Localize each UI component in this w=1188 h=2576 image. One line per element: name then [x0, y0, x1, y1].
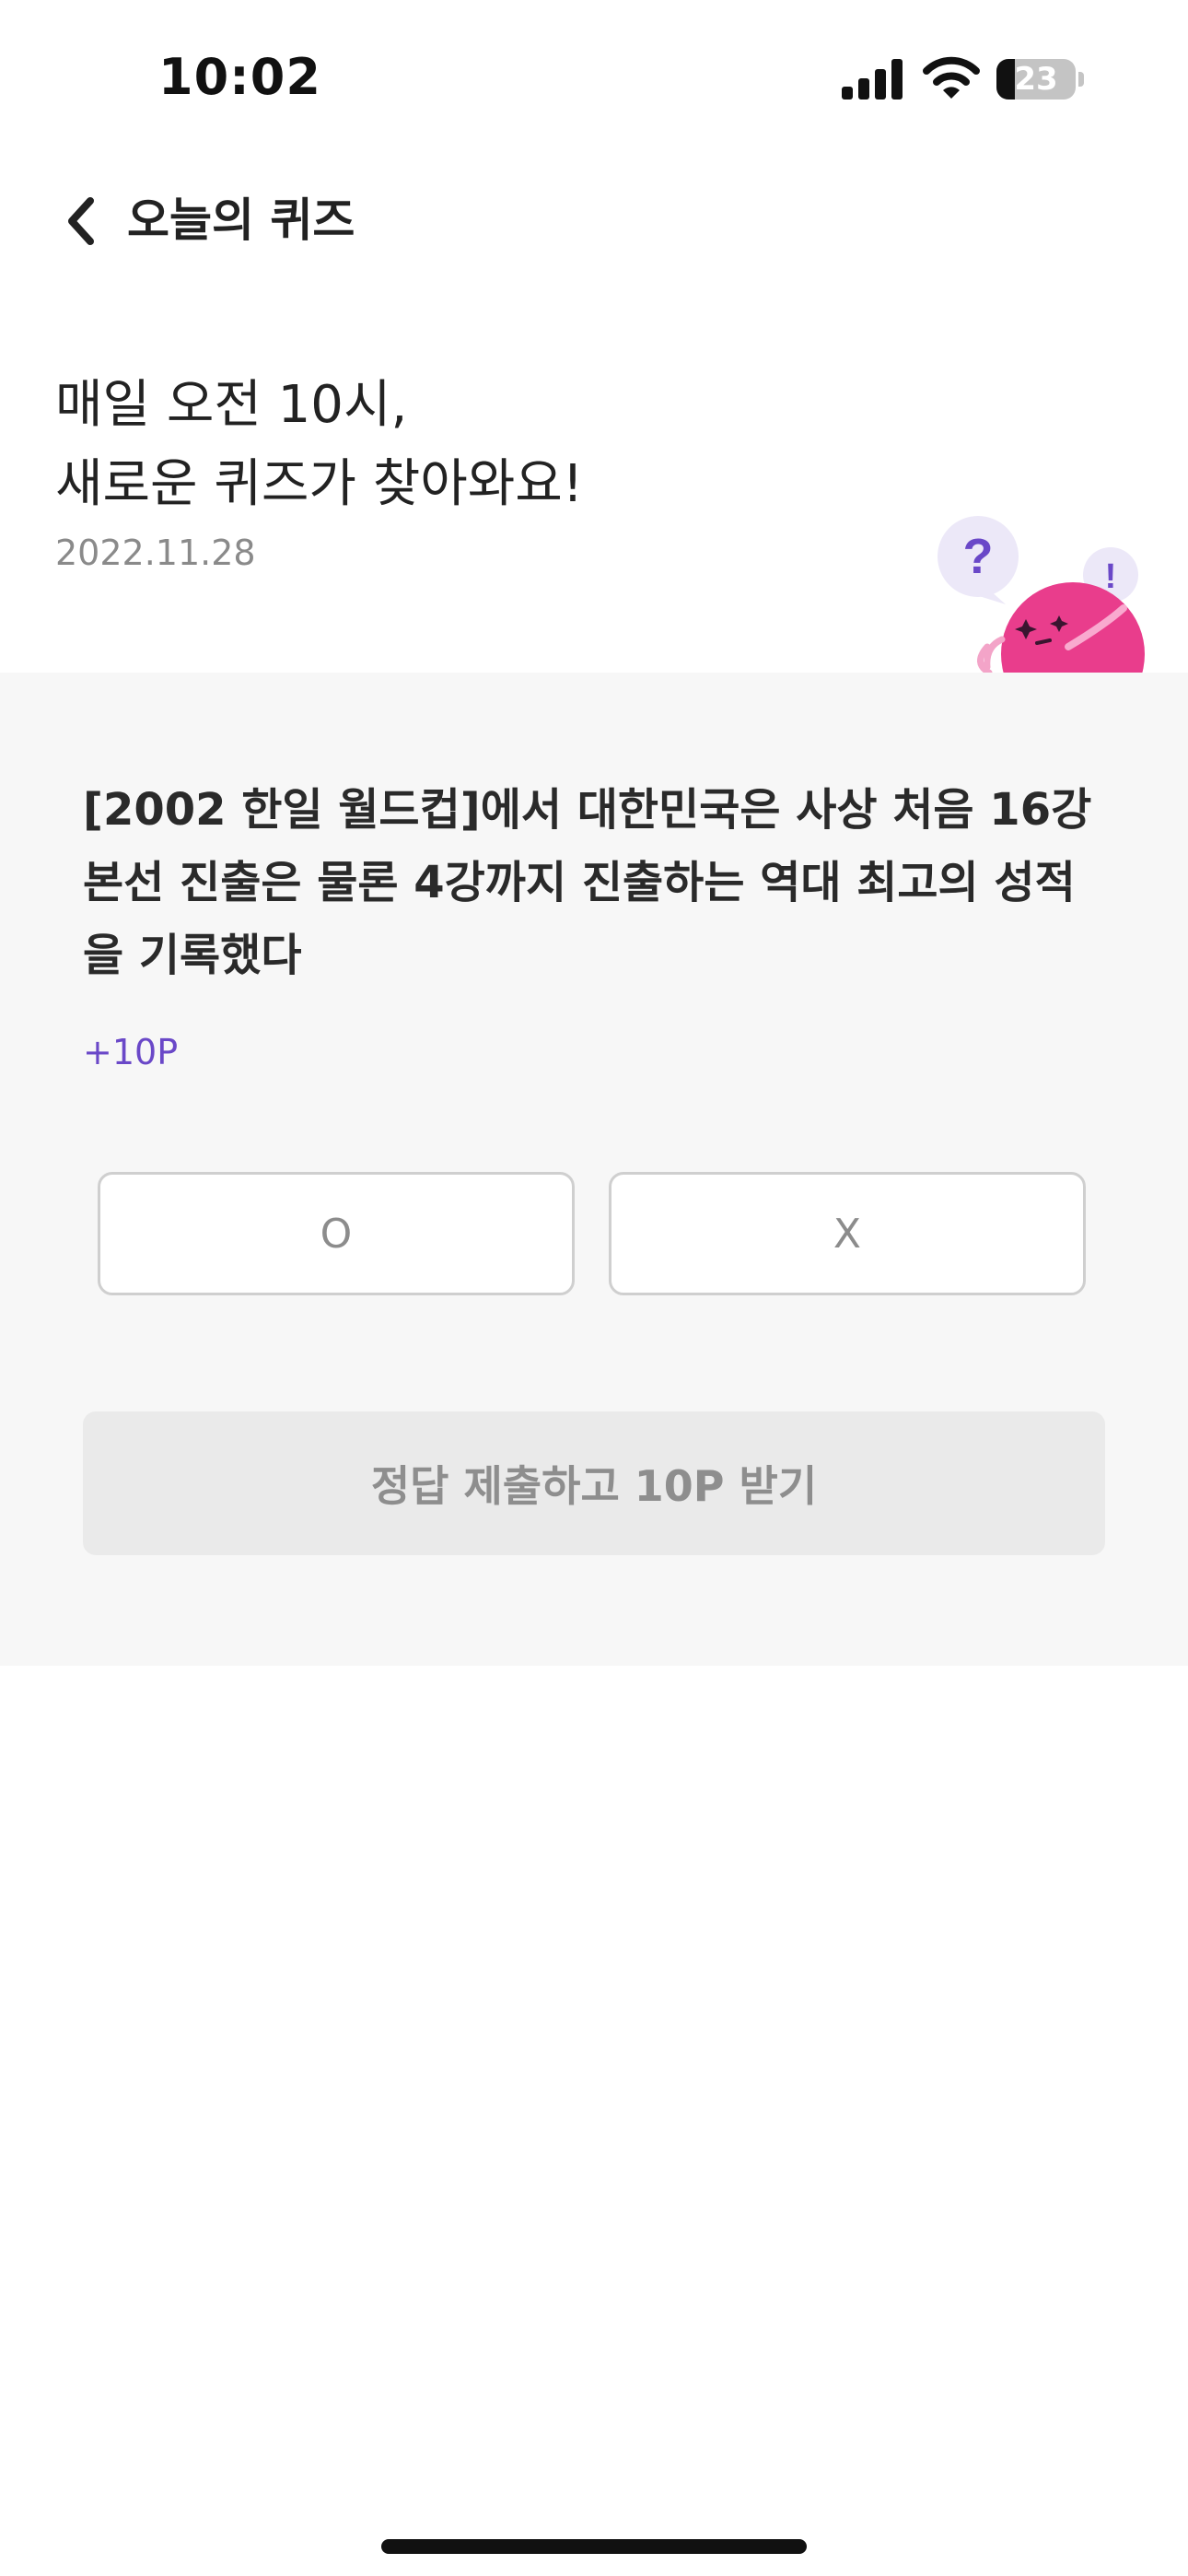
hero-line-2: 새로운 퀴즈가 찾아와요! [55, 454, 584, 514]
quiz-question: [2002 한일 월드컵]에서 대한민국은 사상 처음 16강 본선 진출은 물… [83, 774, 1114, 992]
signal-icon [842, 59, 903, 100]
mascot-illustration: ? ! [938, 516, 1145, 673]
back-button[interactable] [44, 184, 118, 258]
quiz-screen: 10:02 23 오늘의 퀴즈 매일 오전 10시, 새로운 퀴즈가 찾아와요! [0, 0, 1188, 2576]
reward-points: +10P [83, 1032, 179, 1072]
home-indicator[interactable] [381, 2539, 807, 2554]
status-time: 10:02 [158, 48, 321, 106]
quiz-card: [2002 한일 월드컵]에서 대한민국은 사상 처음 16강 본선 진출은 물… [0, 673, 1188, 1666]
chevron-left-icon [68, 197, 94, 245]
quiz-date: 2022.11.28 [55, 533, 256, 573]
battery-level: 23 [1014, 61, 1058, 98]
quiz-question-line-1: [2002 한일 월드컵]에서 대한민국은 사상 처음 16강 [83, 784, 1092, 836]
answer-o-button[interactable]: O [98, 1172, 575, 1295]
battery-body: 23 [996, 59, 1076, 100]
page-title: 오늘의 퀴즈 [127, 193, 355, 247]
wifi-icon [923, 56, 980, 99]
hero-line-1: 매일 오전 10시, [55, 375, 408, 435]
answer-x-button[interactable]: X [609, 1172, 1086, 1295]
quiz-question-line-3: 을 기록했다 [83, 930, 302, 981]
battery-icon: 23 [996, 59, 1085, 100]
question-mark-icon: ? [963, 529, 994, 584]
status-bar: 10:02 23 [0, 0, 1188, 138]
battery-cap [1078, 72, 1084, 87]
quiz-question-line-2: 본선 진출은 물론 4강까지 진출하는 역대 최고의 성적 [83, 857, 1076, 908]
exclamation-mark-icon: ! [1105, 557, 1117, 596]
submit-answer-button[interactable]: 정답 제출하고 10P 받기 [83, 1411, 1105, 1555]
